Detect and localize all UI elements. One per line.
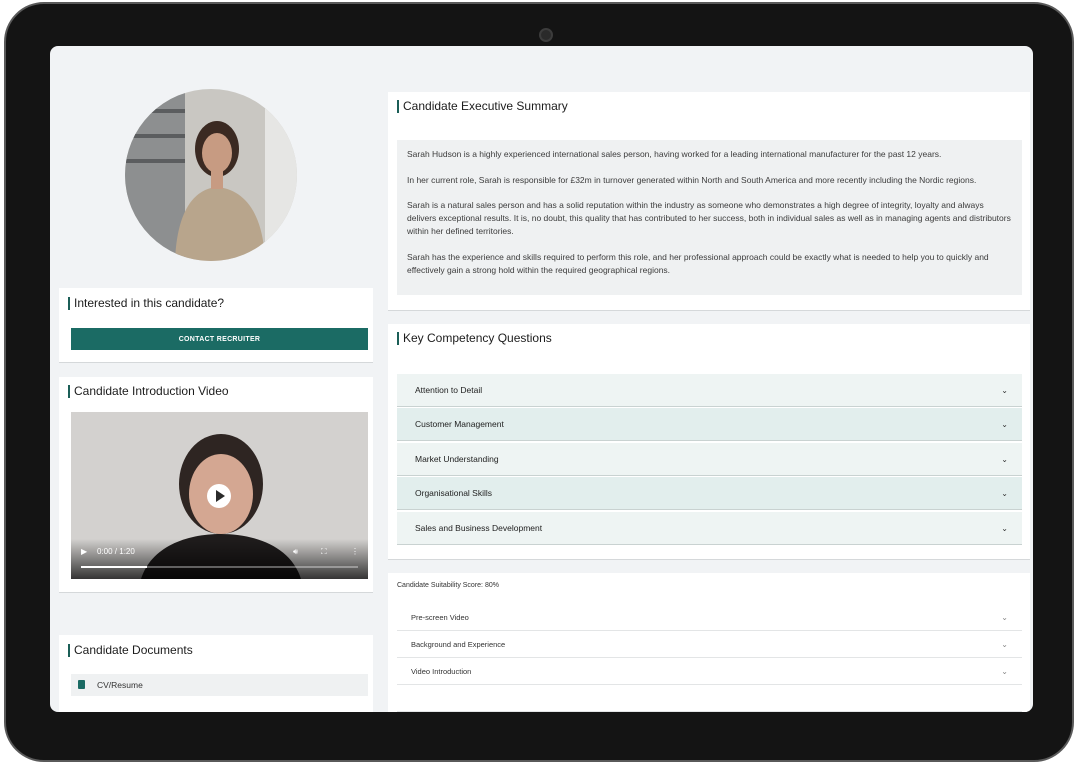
score-item-background-experience[interactable]: Background and Experience ⌄ bbox=[397, 632, 1022, 658]
contact-recruiter-button[interactable]: CONTACT RECRUITER bbox=[71, 328, 368, 350]
volume-icon[interactable]: 🔊︎ bbox=[293, 547, 298, 557]
play-icon[interactable] bbox=[207, 484, 231, 508]
suitability-score: Candidate Suitability Score: 80% bbox=[397, 582, 499, 589]
chevron-down-icon: ⌄ bbox=[1001, 489, 1008, 498]
summary-paragraph: In her current role, Sarah is responsibl… bbox=[407, 174, 977, 185]
camera-icon bbox=[539, 28, 553, 42]
video-time: 0:00 / 1:20 bbox=[97, 547, 135, 556]
accordion-label: Organisational Skills bbox=[415, 488, 493, 498]
video-panel: Candidate Introduction Video ▶ 0:00 / 1:… bbox=[59, 377, 373, 593]
accordion-label: Attention to Detail bbox=[415, 385, 483, 395]
accordion-sales-business-development[interactable]: Sales and Business Development ⌄ bbox=[397, 512, 1022, 545]
summary-panel: Candidate Executive Summary Sarah Hudson… bbox=[388, 92, 1030, 311]
document-label: CV/Resume bbox=[97, 680, 143, 690]
score-item-label: Background and Experience bbox=[411, 640, 506, 649]
score-item-partial[interactable] bbox=[397, 686, 1022, 712]
chevron-down-icon: ⌄ bbox=[1001, 386, 1008, 395]
chevron-down-icon: ⌄ bbox=[1001, 455, 1008, 464]
score-item-label: Pre-screen Video bbox=[411, 613, 469, 622]
chevron-down-icon: ⌄ bbox=[1001, 667, 1008, 676]
score-panel: Candidate Suitability Score: 80% Pre-scr… bbox=[388, 573, 1030, 712]
summary-text: Sarah Hudson is a highly experienced int… bbox=[397, 140, 1022, 295]
summary-heading: Candidate Executive Summary bbox=[397, 100, 568, 113]
video-heading: Candidate Introduction Video bbox=[68, 385, 229, 398]
chevron-down-icon: ⌄ bbox=[1001, 640, 1008, 649]
competency-heading: Key Competency Questions bbox=[397, 332, 552, 345]
chevron-down-icon: ⌄ bbox=[1001, 420, 1008, 429]
score-item-pre-screen-video[interactable]: Pre-screen Video ⌄ bbox=[397, 605, 1022, 631]
documents-panel: Candidate Documents CV/Resume bbox=[59, 635, 373, 712]
interest-heading: Interested in this candidate? bbox=[68, 297, 224, 310]
more-options-icon[interactable]: ⋮ bbox=[351, 547, 359, 557]
document-icon bbox=[78, 680, 85, 689]
score-item-video-introduction[interactable]: Video Introduction ⌄ bbox=[397, 659, 1022, 685]
chevron-down-icon: ⌄ bbox=[1001, 524, 1008, 533]
intro-video[interactable]: ▶ 0:00 / 1:20 🔊︎ ⛶ ⋮ bbox=[71, 412, 368, 579]
video-progress-fill bbox=[81, 566, 148, 568]
document-cv-resume[interactable]: CV/Resume bbox=[71, 674, 368, 696]
summary-paragraph: Sarah has the experience and skills requ… bbox=[407, 251, 989, 275]
fullscreen-icon[interactable]: ⛶ bbox=[321, 547, 327, 557]
chevron-down-icon: ⌄ bbox=[1001, 613, 1008, 622]
accordion-label: Customer Management bbox=[415, 419, 504, 429]
accordion-customer-management[interactable]: Customer Management ⌄ bbox=[397, 408, 1022, 441]
summary-paragraph: Sarah is a natural sales person and has … bbox=[407, 200, 1011, 236]
interest-panel: Interested in this candidate? CONTACT RE… bbox=[59, 288, 373, 363]
score-item-label: Video Introduction bbox=[411, 667, 472, 676]
candidate-avatar bbox=[125, 89, 297, 261]
tablet-frame: Interested in this candidate? CONTACT RE… bbox=[4, 2, 1074, 762]
play-control-icon[interactable]: ▶ bbox=[81, 547, 87, 557]
competency-panel: Key Competency Questions Attention to De… bbox=[388, 324, 1030, 560]
accordion-label: Sales and Business Development bbox=[415, 523, 543, 533]
app-screen: Interested in this candidate? CONTACT RE… bbox=[50, 46, 1033, 712]
documents-heading: Candidate Documents bbox=[68, 644, 193, 657]
accordion-label: Market Understanding bbox=[415, 454, 499, 464]
summary-paragraph: Sarah Hudson is a highly experienced int… bbox=[407, 149, 942, 159]
video-progress-track[interactable] bbox=[81, 566, 358, 568]
accordion-market-understanding[interactable]: Market Understanding ⌄ bbox=[397, 443, 1022, 476]
accordion-attention-to-detail[interactable]: Attention to Detail ⌄ bbox=[397, 374, 1022, 407]
video-controls bbox=[71, 539, 368, 579]
accordion-organisational-skills[interactable]: Organisational Skills ⌄ bbox=[397, 477, 1022, 510]
